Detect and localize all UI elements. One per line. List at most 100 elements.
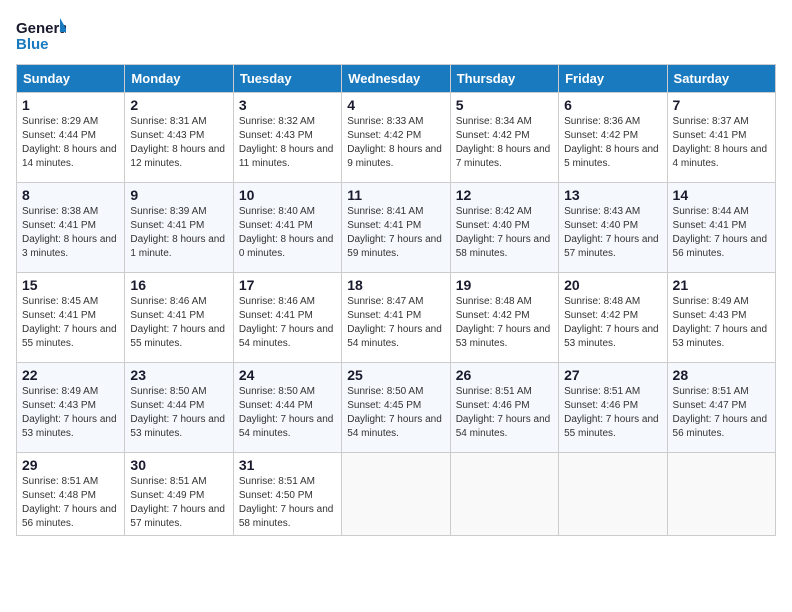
calendar-cell: 16 Sunrise: 8:46 AMSunset: 4:41 PMDaylig… — [125, 273, 233, 363]
page-header: General Blue — [16, 16, 776, 54]
day-number: 31 — [239, 457, 336, 473]
day-number: 14 — [673, 187, 770, 203]
day-info: Sunrise: 8:46 AMSunset: 4:41 PMDaylight:… — [130, 296, 225, 349]
day-number: 28 — [673, 367, 770, 383]
day-info: Sunrise: 8:47 AMSunset: 4:41 PMDaylight:… — [347, 296, 442, 349]
day-number: 1 — [22, 97, 119, 113]
day-number: 13 — [564, 187, 661, 203]
day-info: Sunrise: 8:49 AMSunset: 4:43 PMDaylight:… — [22, 386, 117, 439]
day-info: Sunrise: 8:48 AMSunset: 4:42 PMDaylight:… — [456, 296, 551, 349]
calendar-cell: 27 Sunrise: 8:51 AMSunset: 4:46 PMDaylig… — [559, 363, 667, 453]
calendar-cell: 20 Sunrise: 8:48 AMSunset: 4:42 PMDaylig… — [559, 273, 667, 363]
day-number: 7 — [673, 97, 770, 113]
week-row-1: 1 Sunrise: 8:29 AMSunset: 4:44 PMDayligh… — [17, 93, 776, 183]
day-number: 5 — [456, 97, 553, 113]
day-number: 18 — [347, 277, 444, 293]
day-info: Sunrise: 8:37 AMSunset: 4:41 PMDaylight:… — [673, 116, 768, 169]
weekday-header-friday: Friday — [559, 65, 667, 93]
day-info: Sunrise: 8:38 AMSunset: 4:41 PMDaylight:… — [22, 206, 117, 259]
calendar-table: SundayMondayTuesdayWednesdayThursdayFrid… — [16, 64, 776, 536]
day-number: 30 — [130, 457, 227, 473]
calendar-cell: 31 Sunrise: 8:51 AMSunset: 4:50 PMDaylig… — [233, 453, 341, 536]
day-number: 29 — [22, 457, 119, 473]
day-info: Sunrise: 8:44 AMSunset: 4:41 PMDaylight:… — [673, 206, 768, 259]
day-info: Sunrise: 8:51 AMSunset: 4:46 PMDaylight:… — [456, 386, 551, 439]
day-info: Sunrise: 8:29 AMSunset: 4:44 PMDaylight:… — [22, 116, 117, 169]
calendar-cell: 12 Sunrise: 8:42 AMSunset: 4:40 PMDaylig… — [450, 183, 558, 273]
day-info: Sunrise: 8:43 AMSunset: 4:40 PMDaylight:… — [564, 206, 659, 259]
day-info: Sunrise: 8:32 AMSunset: 4:43 PMDaylight:… — [239, 116, 334, 169]
calendar-cell: 9 Sunrise: 8:39 AMSunset: 4:41 PMDayligh… — [125, 183, 233, 273]
calendar-cell — [342, 453, 450, 536]
day-info: Sunrise: 8:50 AMSunset: 4:44 PMDaylight:… — [239, 386, 334, 439]
day-info: Sunrise: 8:48 AMSunset: 4:42 PMDaylight:… — [564, 296, 659, 349]
day-info: Sunrise: 8:45 AMSunset: 4:41 PMDaylight:… — [22, 296, 117, 349]
week-row-5: 29 Sunrise: 8:51 AMSunset: 4:48 PMDaylig… — [17, 453, 776, 536]
weekday-header-sunday: Sunday — [17, 65, 125, 93]
calendar-cell: 18 Sunrise: 8:47 AMSunset: 4:41 PMDaylig… — [342, 273, 450, 363]
week-row-3: 15 Sunrise: 8:45 AMSunset: 4:41 PMDaylig… — [17, 273, 776, 363]
weekday-header-wednesday: Wednesday — [342, 65, 450, 93]
day-number: 4 — [347, 97, 444, 113]
day-number: 21 — [673, 277, 770, 293]
day-number: 27 — [564, 367, 661, 383]
calendar-cell: 13 Sunrise: 8:43 AMSunset: 4:40 PMDaylig… — [559, 183, 667, 273]
day-info: Sunrise: 8:49 AMSunset: 4:43 PMDaylight:… — [673, 296, 768, 349]
day-info: Sunrise: 8:50 AMSunset: 4:44 PMDaylight:… — [130, 386, 225, 439]
week-row-4: 22 Sunrise: 8:49 AMSunset: 4:43 PMDaylig… — [17, 363, 776, 453]
calendar-cell: 21 Sunrise: 8:49 AMSunset: 4:43 PMDaylig… — [667, 273, 775, 363]
calendar-cell: 6 Sunrise: 8:36 AMSunset: 4:42 PMDayligh… — [559, 93, 667, 183]
logo: General Blue — [16, 16, 66, 54]
calendar-cell: 4 Sunrise: 8:33 AMSunset: 4:42 PMDayligh… — [342, 93, 450, 183]
day-number: 10 — [239, 187, 336, 203]
day-info: Sunrise: 8:36 AMSunset: 4:42 PMDaylight:… — [564, 116, 659, 169]
calendar-cell: 17 Sunrise: 8:46 AMSunset: 4:41 PMDaylig… — [233, 273, 341, 363]
calendar-cell: 23 Sunrise: 8:50 AMSunset: 4:44 PMDaylig… — [125, 363, 233, 453]
day-number: 6 — [564, 97, 661, 113]
calendar-cell: 1 Sunrise: 8:29 AMSunset: 4:44 PMDayligh… — [17, 93, 125, 183]
day-number: 26 — [456, 367, 553, 383]
day-number: 25 — [347, 367, 444, 383]
svg-text:General: General — [16, 20, 66, 37]
weekday-header-saturday: Saturday — [667, 65, 775, 93]
day-info: Sunrise: 8:33 AMSunset: 4:42 PMDaylight:… — [347, 116, 442, 169]
day-number: 3 — [239, 97, 336, 113]
day-number: 17 — [239, 277, 336, 293]
calendar-cell: 28 Sunrise: 8:51 AMSunset: 4:47 PMDaylig… — [667, 363, 775, 453]
day-info: Sunrise: 8:51 AMSunset: 4:48 PMDaylight:… — [22, 476, 117, 529]
weekday-header-thursday: Thursday — [450, 65, 558, 93]
calendar-cell: 14 Sunrise: 8:44 AMSunset: 4:41 PMDaylig… — [667, 183, 775, 273]
calendar-cell: 19 Sunrise: 8:48 AMSunset: 4:42 PMDaylig… — [450, 273, 558, 363]
day-number: 24 — [239, 367, 336, 383]
day-info: Sunrise: 8:51 AMSunset: 4:50 PMDaylight:… — [239, 476, 334, 529]
day-info: Sunrise: 8:39 AMSunset: 4:41 PMDaylight:… — [130, 206, 225, 259]
day-number: 12 — [456, 187, 553, 203]
day-info: Sunrise: 8:51 AMSunset: 4:47 PMDaylight:… — [673, 386, 768, 439]
day-number: 15 — [22, 277, 119, 293]
calendar-cell: 11 Sunrise: 8:41 AMSunset: 4:41 PMDaylig… — [342, 183, 450, 273]
weekday-header-tuesday: Tuesday — [233, 65, 341, 93]
calendar-cell: 10 Sunrise: 8:40 AMSunset: 4:41 PMDaylig… — [233, 183, 341, 273]
day-info: Sunrise: 8:50 AMSunset: 4:45 PMDaylight:… — [347, 386, 442, 439]
week-row-2: 8 Sunrise: 8:38 AMSunset: 4:41 PMDayligh… — [17, 183, 776, 273]
calendar-cell: 8 Sunrise: 8:38 AMSunset: 4:41 PMDayligh… — [17, 183, 125, 273]
calendar-cell: 15 Sunrise: 8:45 AMSunset: 4:41 PMDaylig… — [17, 273, 125, 363]
svg-text:Blue: Blue — [16, 36, 49, 53]
weekday-header-monday: Monday — [125, 65, 233, 93]
weekday-header-row: SundayMondayTuesdayWednesdayThursdayFrid… — [17, 65, 776, 93]
day-number: 9 — [130, 187, 227, 203]
day-info: Sunrise: 8:51 AMSunset: 4:46 PMDaylight:… — [564, 386, 659, 439]
day-number: 19 — [456, 277, 553, 293]
calendar-cell: 5 Sunrise: 8:34 AMSunset: 4:42 PMDayligh… — [450, 93, 558, 183]
day-number: 22 — [22, 367, 119, 383]
day-info: Sunrise: 8:40 AMSunset: 4:41 PMDaylight:… — [239, 206, 334, 259]
day-number: 23 — [130, 367, 227, 383]
calendar-cell: 3 Sunrise: 8:32 AMSunset: 4:43 PMDayligh… — [233, 93, 341, 183]
calendar-cell — [559, 453, 667, 536]
calendar-cell: 22 Sunrise: 8:49 AMSunset: 4:43 PMDaylig… — [17, 363, 125, 453]
day-number: 2 — [130, 97, 227, 113]
calendar-cell: 25 Sunrise: 8:50 AMSunset: 4:45 PMDaylig… — [342, 363, 450, 453]
day-number: 16 — [130, 277, 227, 293]
calendar-cell: 30 Sunrise: 8:51 AMSunset: 4:49 PMDaylig… — [125, 453, 233, 536]
calendar-cell — [450, 453, 558, 536]
